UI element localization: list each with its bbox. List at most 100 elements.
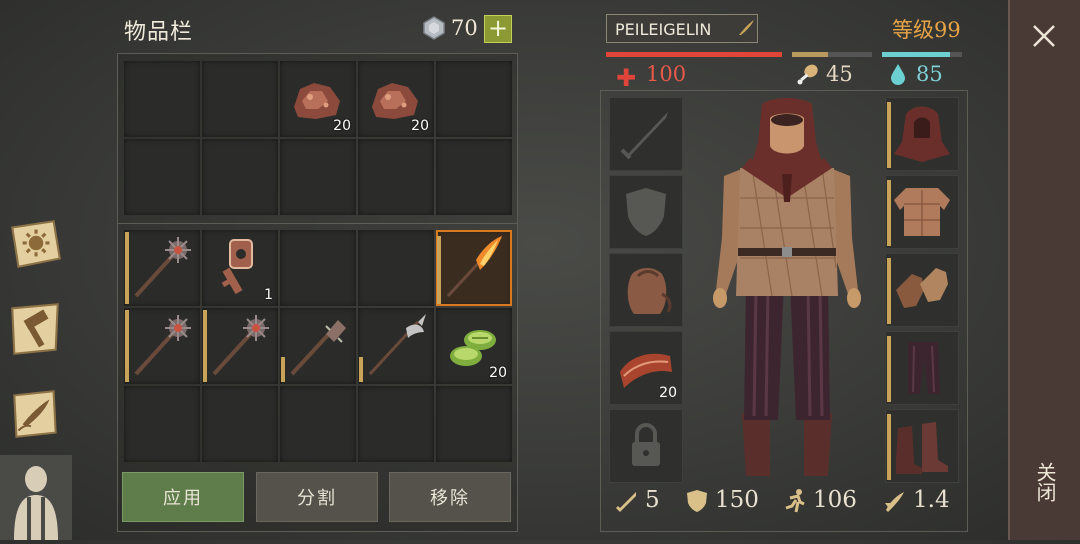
durability-bar: [887, 102, 891, 168]
quill-edit-icon[interactable]: [736, 18, 756, 38]
gambeson-icon: [894, 188, 950, 236]
attack-value: 5: [645, 487, 660, 513]
durability-bar: [359, 356, 363, 382]
durability-bar: [125, 232, 129, 304]
sword-slot-icon: [620, 112, 668, 160]
scroll-quill-icon: [13, 390, 57, 438]
item-count: 20: [411, 118, 429, 134]
durability-bar: [125, 310, 129, 382]
inventory-slot-mace[interactable]: [124, 230, 200, 306]
inventory-slot-empty[interactable]: [280, 139, 356, 215]
water-bar-fill: [882, 52, 950, 57]
health-bar-fill: [606, 52, 782, 57]
durability-bar: [887, 180, 891, 246]
remove-button[interactable]: 移除: [389, 472, 511, 522]
health-value: 100: [646, 62, 687, 86]
split-button[interactable]: 分割: [256, 472, 378, 522]
add-gems-button[interactable]: +: [484, 15, 512, 43]
equip-slot-gloves[interactable]: [885, 253, 959, 327]
inventory-slot-key[interactable]: 1: [202, 230, 278, 306]
apply-button[interactable]: 应用: [122, 472, 244, 522]
close-panel[interactable]: [1008, 0, 1080, 540]
equip-slot-shield-slot[interactable]: [609, 175, 683, 249]
durability-bar: [203, 310, 207, 382]
inventory-slot-empty[interactable]: [358, 386, 434, 462]
inventory-slot-spiked-club[interactable]: [280, 308, 356, 384]
inventory-slot-empty[interactable]: [280, 386, 356, 462]
water-drop-icon: [891, 64, 905, 85]
close-icon[interactable]: [1030, 22, 1058, 50]
journal-button[interactable]: [0, 205, 70, 283]
inventory-slot-empty[interactable]: [202, 386, 278, 462]
inventory-slot-empty[interactable]: [436, 386, 512, 462]
inventory-slot-flaming-spear[interactable]: [436, 230, 512, 306]
gem-icon: [423, 16, 445, 40]
item-count: 20: [333, 118, 351, 134]
inventory-slot-empty[interactable]: [358, 139, 434, 215]
equip-slot-hood[interactable]: [885, 97, 959, 171]
flaming-spear-icon: [446, 236, 502, 298]
pants-icon: [908, 342, 940, 394]
equip-slot-gambeson[interactable]: [885, 175, 959, 249]
close-label[interactable]: 关闭: [1030, 462, 1060, 502]
food-value: 45: [826, 62, 853, 86]
character-tab-icon: [14, 466, 58, 540]
inventory-slot-copper-ore[interactable]: 20: [358, 61, 434, 137]
hammer-icon: [11, 303, 59, 355]
food-drumstick-icon: [797, 64, 818, 85]
equip-slot-backpack[interactable]: [609, 253, 683, 327]
speed-icon: [785, 489, 805, 513]
crafting-button[interactable]: [0, 290, 70, 368]
character-tab[interactable]: [0, 455, 72, 540]
inventory-slot-empty[interactable]: [202, 139, 278, 215]
food-bar: [792, 52, 872, 57]
equip-slot-meat[interactable]: 20: [609, 331, 683, 405]
durability-bar: [437, 235, 441, 304]
halberd-icon: [368, 314, 426, 376]
inventory-slot-mace[interactable]: [124, 308, 200, 384]
inventory-slot-empty[interactable]: [124, 386, 200, 462]
durability-bar: [887, 336, 891, 402]
gem-count: 70: [451, 16, 478, 40]
inventory-slot-empty[interactable]: [280, 230, 356, 306]
weight-value: 1.4: [913, 487, 950, 513]
inventory-slot-empty[interactable]: [124, 139, 200, 215]
quests-button[interactable]: [0, 375, 70, 453]
equip-slot-sword-slot[interactable]: [609, 97, 683, 171]
inventory-slot-empty[interactable]: [202, 61, 278, 137]
equip-slot-pants[interactable]: [885, 331, 959, 405]
character-model: [713, 98, 861, 476]
backpack-icon: [627, 268, 672, 314]
water-value: 85: [916, 62, 943, 86]
spiked-club-icon: [290, 320, 346, 376]
weight-icon: [885, 492, 904, 512]
speed-value: 106: [813, 487, 857, 513]
water-bar: [882, 52, 962, 57]
armor-value: 150: [715, 487, 759, 513]
inventory-slot-copper-ore[interactable]: 20: [280, 61, 356, 137]
inventory-slot-empty[interactable]: [358, 230, 434, 306]
inventory-slot-mace[interactable]: [202, 308, 278, 384]
mace-icon: [134, 315, 191, 376]
mace-icon: [212, 315, 269, 376]
gloves-icon: [896, 268, 948, 308]
mace-icon: [134, 237, 191, 298]
durability-bar: [887, 258, 891, 324]
equip-slot-boots[interactable]: [885, 409, 959, 483]
durability-bar: [887, 414, 891, 480]
shield-slot-icon: [626, 188, 666, 236]
durability-bar: [281, 356, 285, 382]
item-count: 20: [489, 365, 507, 381]
boots-icon: [896, 422, 948, 474]
health-cross-icon: ✚: [616, 64, 637, 92]
health-bar: [606, 52, 782, 57]
inventory-slot-empty[interactable]: [436, 139, 512, 215]
lock-icon: [632, 423, 660, 466]
attack-icon: [616, 492, 636, 512]
inventory-slot-empty[interactable]: [124, 61, 200, 137]
journal-icon: [11, 220, 61, 268]
equip-slot-lock[interactable]: [609, 409, 683, 483]
inventory-slot-empty[interactable]: [436, 61, 512, 137]
inventory-slot-cactus-slices[interactable]: 20: [436, 308, 512, 384]
inventory-slot-halberd[interactable]: [358, 308, 434, 384]
